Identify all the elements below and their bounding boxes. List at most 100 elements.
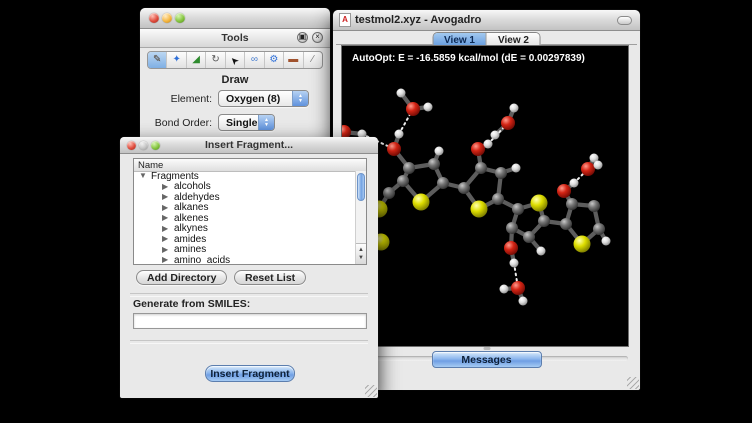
main-window-titlebar[interactable]: A testmol2.xyz - Avogadro [333, 10, 640, 31]
tree-item-fragments-root[interactable]: ▼Fragments [134, 171, 355, 182]
tools-window-titlebar[interactable] [140, 8, 330, 29]
auto-rotate-tool-button[interactable]: ∞ [245, 52, 264, 68]
atom-H [491, 131, 500, 140]
atom-O [581, 162, 595, 176]
element-popup[interactable]: Oxygen (8) ▲▼ [218, 90, 309, 107]
auto-optimize-tool-icon: ⚙ [269, 55, 278, 65]
disclosure-triangle-icon[interactable]: ▶ [162, 256, 174, 264]
disclosure-triangle-icon[interactable]: ▶ [162, 225, 174, 233]
atom-H [537, 247, 546, 256]
auto-optimize-tool-button[interactable]: ⚙ [265, 52, 284, 68]
reset-list-button[interactable]: Reset List [234, 270, 306, 285]
tools-dock-header[interactable]: Tools ▣ × [140, 29, 330, 48]
document-icon: A [339, 13, 351, 27]
atom-O [504, 241, 518, 255]
atom-H [594, 161, 603, 170]
atom-H [602, 237, 611, 246]
insert-fragment-button[interactable]: Insert Fragment [205, 365, 295, 382]
resize-grip[interactable] [627, 377, 639, 389]
disclosure-triangle-icon[interactable]: ▶ [162, 193, 174, 201]
bond-centric-tool-button[interactable]: ◢ [187, 52, 206, 68]
navigate-tool-button[interactable]: ✦ [167, 52, 186, 68]
atom-C [475, 162, 487, 174]
atom-C [383, 187, 395, 199]
align-tool-icon: ∕ [312, 55, 314, 65]
atom-C [588, 200, 600, 212]
scroll-down-icon[interactable]: ▼ [358, 255, 364, 261]
draw-tool-icon: ✎ [153, 55, 161, 65]
atom-O [557, 184, 571, 198]
dialog-title: Insert Fragment... [120, 139, 378, 151]
atom-C [560, 218, 572, 230]
separator [130, 293, 368, 297]
tree-item-amines[interactable]: ▶amines [134, 245, 355, 256]
scrollbar-thumb[interactable] [357, 173, 365, 201]
selection-tool-button[interactable]: ➤ [226, 52, 245, 68]
view-tabstrip: View 1View 2 [333, 31, 640, 46]
toolbar-pill-button[interactable] [617, 16, 632, 25]
disclosure-triangle-icon[interactable]: ▶ [162, 235, 174, 243]
tree-item-alcohols[interactable]: ▶alcohols [134, 182, 355, 193]
close-traffic-light[interactable] [149, 13, 159, 23]
tree-item-alkenes[interactable]: ▶alkenes [134, 213, 355, 224]
tree-item-label: Fragments [151, 171, 199, 182]
molecule-render [342, 46, 628, 346]
disclosure-triangle-icon[interactable]: ▼ [139, 172, 150, 180]
tree-item-amides[interactable]: ▶amides [134, 234, 355, 245]
bond-centric-tool-icon: ◢ [192, 55, 200, 65]
bond-order-popup-value: Single [226, 117, 258, 129]
draw-tool-button[interactable]: ✎ [148, 52, 167, 68]
disclosure-triangle-icon[interactable]: ▶ [162, 246, 174, 254]
atom-C [397, 175, 409, 187]
messages-button[interactable]: Messages [432, 351, 542, 368]
tree-item-aldehydes[interactable]: ▶aldehydes [134, 192, 355, 203]
atom-C [495, 167, 507, 179]
disclosure-triangle-icon[interactable]: ▶ [162, 204, 174, 212]
minimize-traffic-light[interactable] [162, 13, 172, 23]
avogadro-main-window: A testmol2.xyz - Avogadro View 1View 2 [333, 10, 640, 390]
selection-tool-icon: ➤ [228, 53, 241, 66]
dock-close-button[interactable]: × [312, 32, 323, 43]
atom-C [458, 182, 470, 194]
atom-C [403, 162, 415, 174]
fragment-tree: ▼Fragments▶alcohols▶aldehydes▶alkanes▶al… [134, 171, 355, 264]
manipulate-tool-button[interactable]: ↻ [206, 52, 225, 68]
atom-O [511, 281, 525, 295]
atom-S [531, 195, 548, 212]
scrollbar-arrows[interactable]: ▲ ▼ [356, 243, 366, 264]
disclosure-triangle-icon[interactable]: ▶ [162, 214, 174, 222]
measure-tool-button[interactable]: ▬ [284, 52, 303, 68]
resize-grip[interactable] [365, 385, 377, 397]
atom-H [397, 89, 406, 98]
tree-item-label: amines [174, 244, 206, 255]
tree-item-label: aldehydes [174, 192, 220, 203]
element-label: Element: [150, 93, 212, 105]
atom-S [574, 236, 591, 253]
atom-C [512, 203, 524, 215]
element-popup-value: Oxygen (8) [226, 93, 280, 105]
tree-item-amino_acids[interactable]: ▶amino_acids [134, 255, 355, 265]
atom-H [510, 259, 519, 268]
align-tool-button[interactable]: ∕ [304, 52, 322, 68]
tree-item-label: amides [174, 234, 206, 245]
smiles-input[interactable] [133, 313, 367, 329]
separator [130, 340, 368, 344]
atom-S [471, 201, 488, 218]
disclosure-triangle-icon[interactable]: ▶ [162, 183, 174, 191]
dialog-titlebar[interactable]: Insert Fragment... [120, 137, 378, 154]
gl-viewport[interactable]: AutoOpt: E = -16.5859 kcal/mol (dE = 0.0… [341, 45, 629, 347]
atom-O [471, 142, 485, 156]
bond-order-popup[interactable]: Single ▲▼ [218, 114, 275, 131]
zoom-traffic-light[interactable] [175, 13, 185, 23]
list-scrollbar[interactable]: ▲ ▼ [355, 171, 366, 264]
splitter-handle[interactable] [483, 347, 490, 350]
tree-item-alkanes[interactable]: ▶alkanes [134, 203, 355, 214]
tree-item-alkynes[interactable]: ▶alkynes [134, 224, 355, 235]
add-directory-button[interactable]: Add Directory [136, 270, 227, 285]
dock-float-button[interactable]: ▣ [297, 32, 308, 43]
active-tool-title: Draw [140, 74, 330, 86]
atom-H [435, 147, 444, 156]
scroll-up-icon[interactable]: ▲ [358, 247, 364, 253]
atom-H [510, 104, 519, 113]
auto-rotate-tool-icon: ∞ [251, 55, 258, 65]
